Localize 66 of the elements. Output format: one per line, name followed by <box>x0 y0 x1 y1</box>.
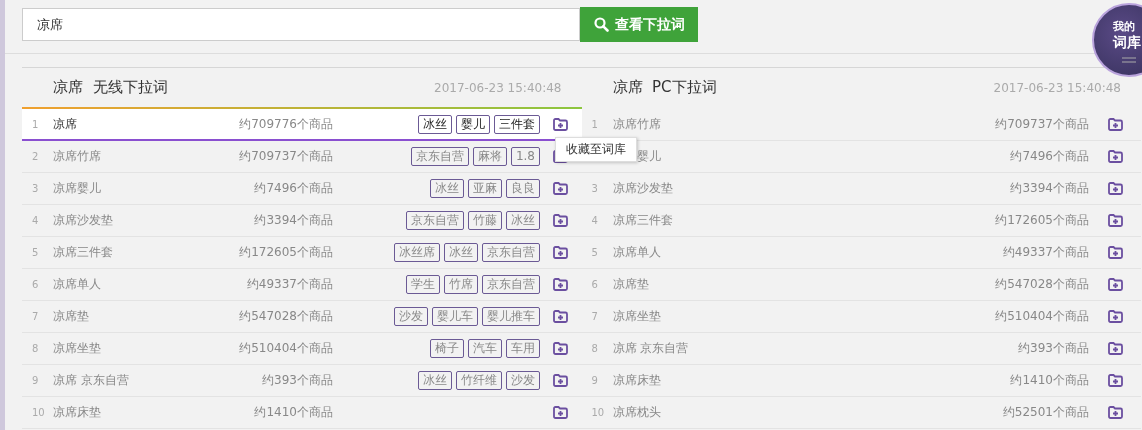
keyword: 凉席三件套 <box>53 244 114 261</box>
keyword: 凉席垫 <box>53 308 90 325</box>
rank-number: 3 <box>31 183 40 194</box>
product-count: 约3394个商品 <box>253 212 333 229</box>
keyword: 凉席竹席 <box>612 116 662 133</box>
product-count: 约547028个商品 <box>238 308 333 325</box>
timestamp: 2017-06-23 15:40:48 <box>993 80 1121 95</box>
badge-label: 词库 <box>1113 34 1141 52</box>
product-count: 约172605个商品 <box>994 212 1089 229</box>
rank-number: 4 <box>31 215 40 226</box>
product-count: 约1410个商品 <box>253 404 333 421</box>
product-count: 约7496个商品 <box>1009 148 1089 165</box>
rank-number: 6 <box>590 279 599 290</box>
rank-number: 3 <box>590 183 599 194</box>
product-count: 约510404个商品 <box>238 340 333 357</box>
product-count: 约547028个商品 <box>994 276 1089 293</box>
panel-title: 凉席 PC下拉词 <box>612 78 717 97</box>
keyword: 凉席垫 <box>612 276 650 293</box>
timestamp: 2017-06-23 15:40:48 <box>434 80 562 95</box>
badge-label: 我的 <box>1113 19 1135 34</box>
rank-number: 7 <box>31 311 40 322</box>
rank-number: 8 <box>590 343 599 354</box>
rank-number: 6 <box>31 279 40 290</box>
product-count: 约510404个商品 <box>994 308 1089 325</box>
keyword: 凉席坐垫 <box>53 340 102 357</box>
rank-number: 2 <box>31 151 40 162</box>
keyword: 凉席三件套 <box>612 212 674 229</box>
product-count: 约52501个商品 <box>1001 404 1089 421</box>
rank-number: 4 <box>590 215 599 226</box>
product-count: 约1410个商品 <box>1009 372 1089 389</box>
keyword: 凉席 <box>53 115 78 133</box>
rank-number: 8 <box>31 343 40 354</box>
rank-number: 1 <box>590 119 599 130</box>
product-count: 约7496个商品 <box>253 180 333 197</box>
keyword: 凉席沙发垫 <box>53 212 114 229</box>
keyword: 凉席婴儿 <box>53 180 102 197</box>
rank-number: 5 <box>31 247 40 258</box>
keyword: 凉席单人 <box>612 244 662 261</box>
product-count: 约709737个商品 <box>238 148 333 165</box>
keyword: 凉席竹席 <box>53 148 102 165</box>
rank-number: 10 <box>31 407 46 418</box>
rank-number: 5 <box>590 247 599 258</box>
product-count: 约49337个商品 <box>245 276 333 293</box>
keyword: 凉席床垫 <box>612 372 662 389</box>
rank-number: 7 <box>590 311 599 322</box>
keyword: 凉席单人 <box>53 276 102 293</box>
keyword: 凉席 京东自营 <box>612 340 690 357</box>
keyword: 凉席坐垫 <box>612 308 662 325</box>
product-count: 约709737个商品 <box>994 116 1089 133</box>
keyword: 凉席沙发垫 <box>612 180 674 197</box>
keyword: 凉席床垫 <box>53 404 102 421</box>
product-count: 约393个商品 <box>1017 340 1089 357</box>
rank-number: 9 <box>31 375 40 386</box>
panel-title: 凉席 无线下拉词 <box>53 78 168 97</box>
product-count: 约393个商品 <box>261 372 333 389</box>
product-count: 约3394个商品 <box>1009 180 1089 197</box>
tooltip: 收藏至词库 <box>555 137 637 162</box>
keyword: 凉席 京东自营 <box>53 372 130 389</box>
keyword: 婴儿 <box>636 149 661 163</box>
rank-number: 10 <box>590 407 606 418</box>
keyword: 凉席枕头 <box>612 404 662 421</box>
product-count: 约709776个商品 <box>238 115 333 133</box>
product-count: 约49337个商品 <box>1001 244 1089 261</box>
rank-number: 1 <box>31 118 40 130</box>
rank-number: 9 <box>590 375 599 386</box>
product-count: 约172605个商品 <box>238 244 333 261</box>
